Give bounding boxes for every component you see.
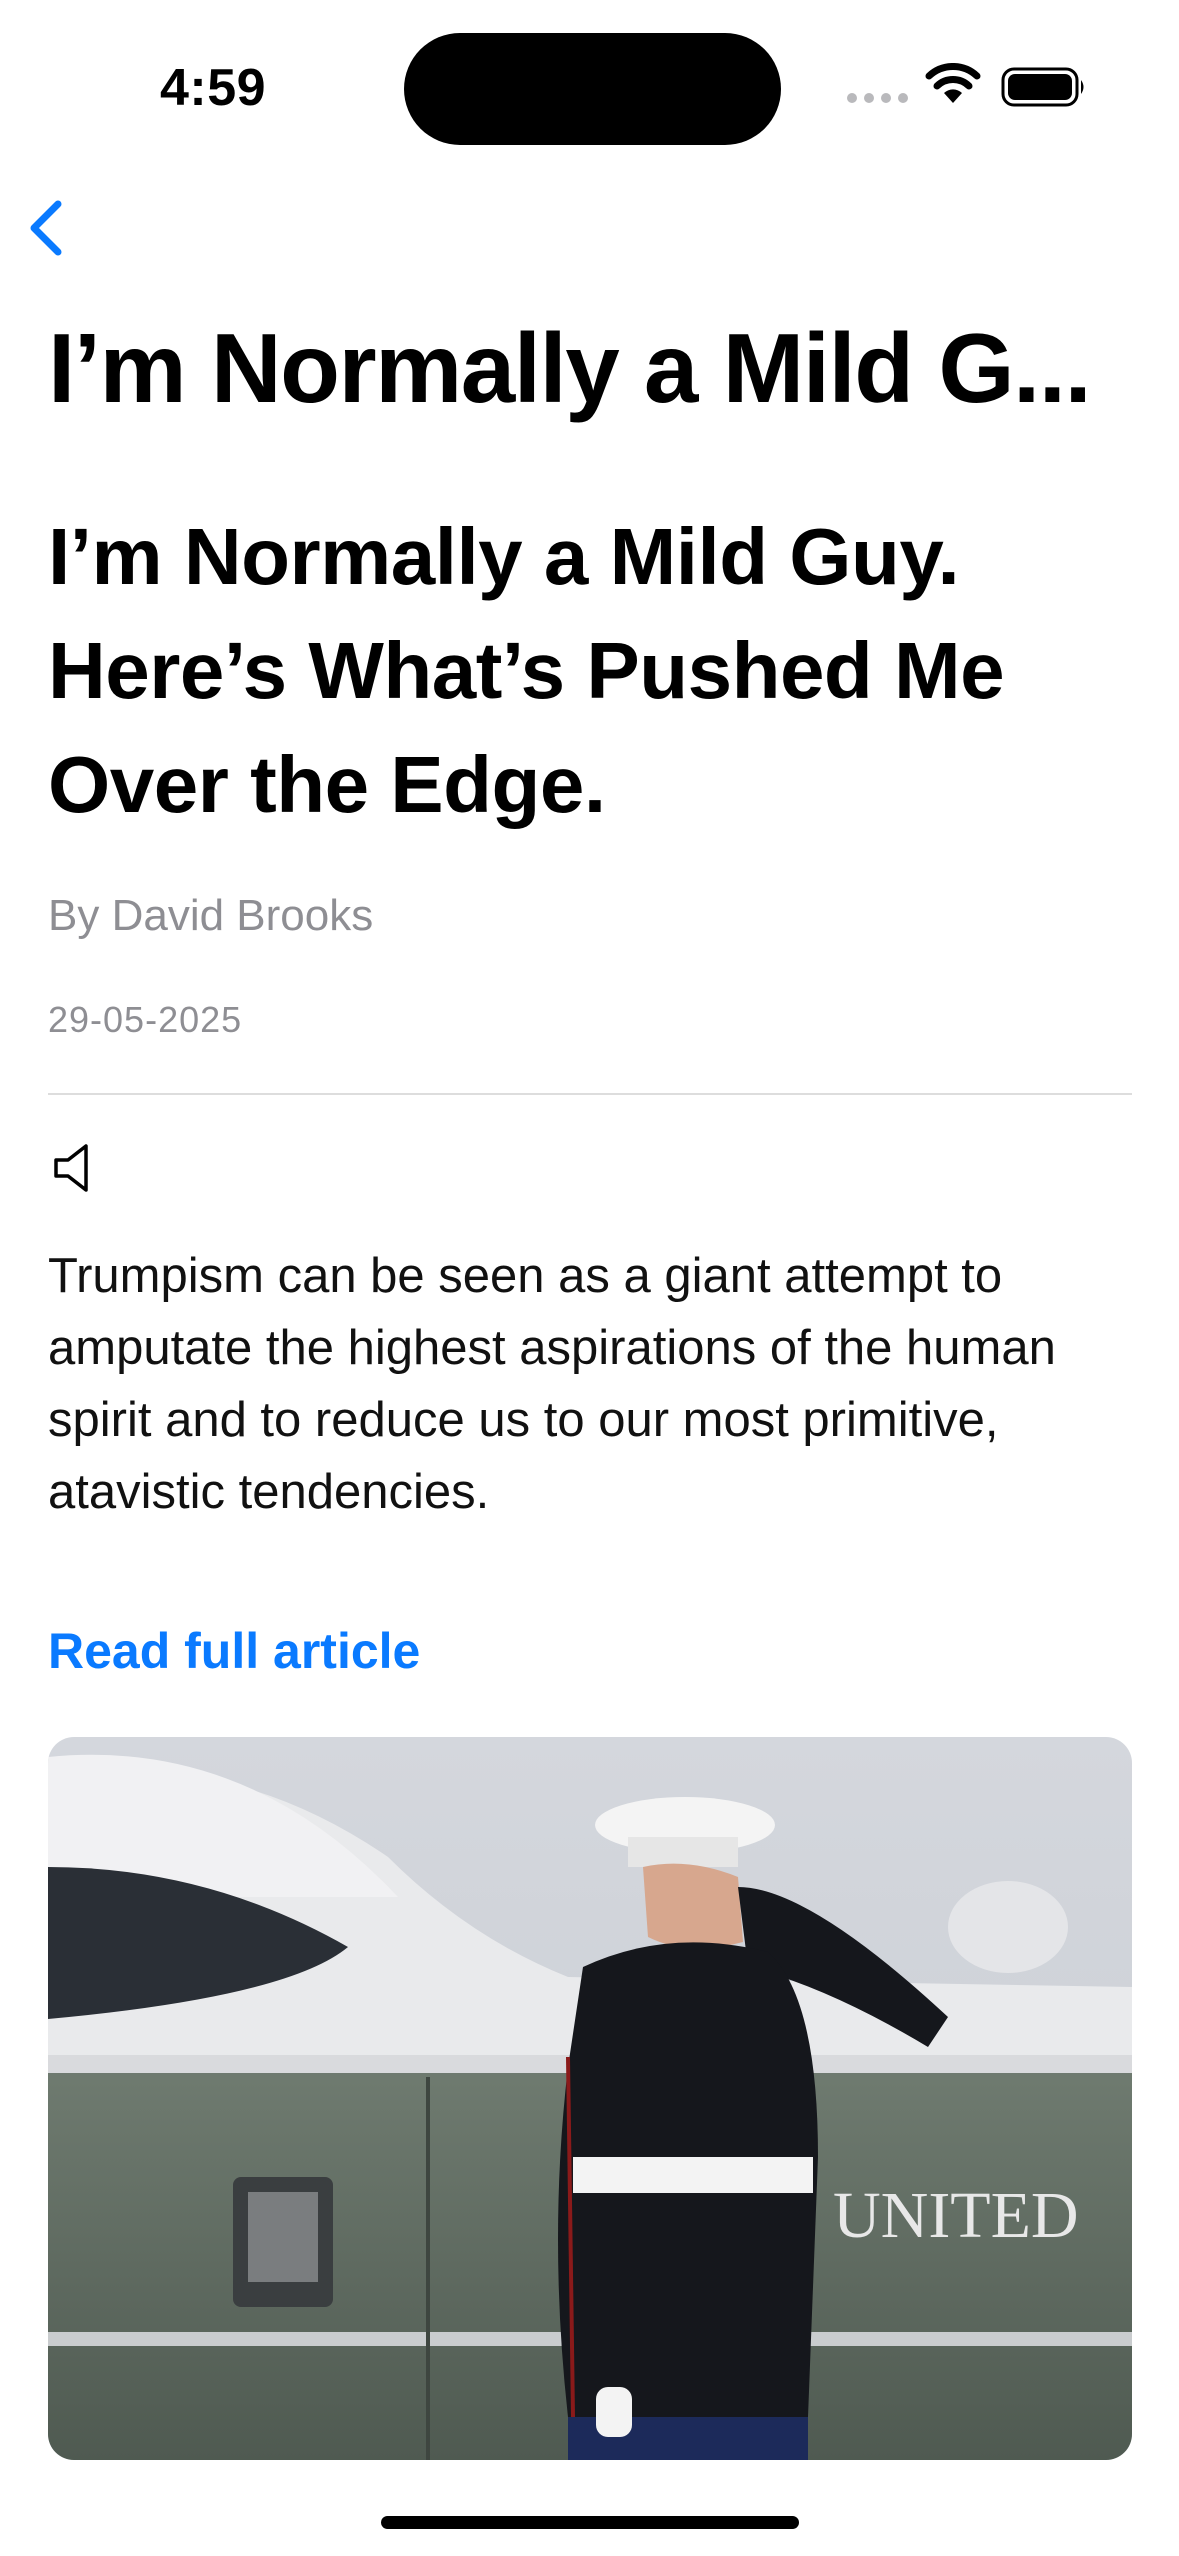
divider: [48, 1093, 1132, 1095]
home-indicator[interactable]: [381, 2516, 799, 2529]
article-headline: I’m Normally a Mild Guy. Here’s What’s P…: [48, 512, 1005, 829]
battery-icon: [1001, 67, 1084, 107]
article-summary: Trumpism can be seen as a giant attempt …: [48, 1249, 1056, 1519]
listen-button[interactable]: [48, 1140, 98, 1196]
article-date: 29-05-2025: [48, 999, 243, 1040]
article-byline: By David Brooks: [48, 891, 374, 940]
status-time: 4:59: [160, 59, 267, 117]
dynamic-island: [404, 33, 781, 145]
back-button[interactable]: [20, 190, 90, 270]
image-text: UNITED: [833, 2179, 1079, 2252]
cellular-signal-icon: [847, 93, 908, 103]
article-image: UNITED: [48, 1737, 1132, 2460]
nav-title: I’m Normally a Mild G...: [48, 313, 1092, 423]
speaker-icon: [54, 1144, 88, 1192]
chevron-left-icon: [30, 200, 62, 256]
wifi-icon: [925, 63, 981, 103]
read-full-article-link[interactable]: Read full article: [48, 1622, 420, 1680]
